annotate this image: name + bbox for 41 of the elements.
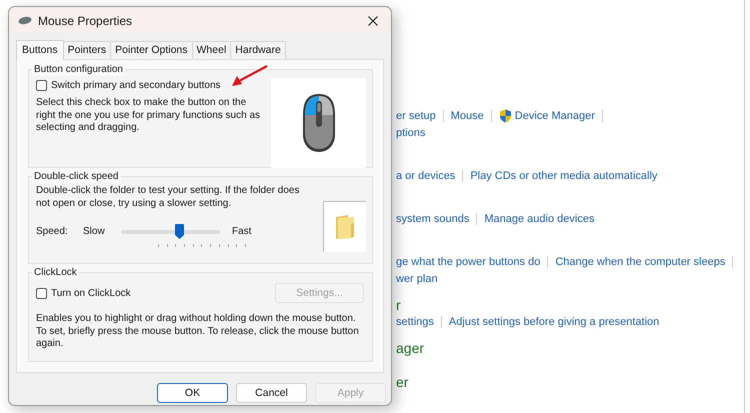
category-heading[interactable]: ager [396, 340, 424, 356]
mouse-icon [18, 16, 32, 25]
checkbox[interactable] [36, 288, 47, 298]
control-panel-link[interactable]: settings [396, 316, 434, 328]
control-panel-link[interactable]: er setup [396, 110, 436, 122]
control-panel-link[interactable]: Device Manager [514, 110, 595, 122]
category-heading[interactable]: er [396, 374, 408, 390]
control-panel-link[interactable]: Change when the computer sleeps [555, 256, 726, 268]
folder-icon [334, 214, 356, 240]
description-text: Double-click the folder to test your setting. If the folder does not open or close, try using a slower setting. [36, 185, 300, 210]
annotation-arrow [230, 64, 270, 88]
fast-label: Fast [232, 226, 252, 237]
checkbox-label[interactable]: Turn on ClickLock [51, 288, 131, 298]
tab[interactable]: Hardware [230, 41, 286, 59]
group-title: Button configuration [32, 63, 125, 76]
control-panel-link[interactable]: ge what the power buttons do [396, 256, 540, 268]
control-panel-link[interactable]: Manage audio devices [484, 213, 594, 225]
window-title: Mouse Properties [38, 14, 134, 28]
group-title: ClickLock [32, 266, 79, 279]
group-title: Double-click speed [32, 170, 120, 183]
category-heading[interactable]: r [396, 297, 401, 313]
control-panel-link[interactable]: ptions [396, 127, 426, 139]
control-panel-link[interactable]: Adjust settings before giving a presentation [448, 316, 660, 328]
control-panel-link[interactable]: Play CDs or other media automatically [470, 170, 658, 182]
close-icon [368, 16, 378, 26]
slider-thumb[interactable] [175, 224, 184, 239]
dialog-button[interactable]: Cancel [236, 383, 307, 403]
checkbox[interactable] [36, 80, 47, 91]
control-panel-link[interactable]: a or devices [396, 170, 456, 182]
speed-label: Speed: [36, 226, 69, 237]
control-panel-link[interactable]: system sounds [396, 213, 470, 225]
tab[interactable]: Buttons [16, 40, 64, 60]
checkbox-label[interactable]: Switch primary and secondary buttons [51, 80, 221, 91]
control-panel-link[interactable]: wer plan [396, 273, 438, 285]
speed-slider[interactable] [121, 224, 220, 239]
description-text: Select this check box to make the button on the right the one you use for primary functions such as selecting and dragging. [36, 97, 262, 134]
dialog-button[interactable]: OK [157, 383, 228, 403]
description-text: Enables you to highlight or drag without holding down the mouse button. To set, briefly press the mouse button. To release, click the mouse button again. [36, 313, 360, 350]
slow-label: Slow [83, 226, 106, 237]
mouse-drawing [300, 93, 336, 153]
control-panel-link[interactable]: Mouse [450, 110, 484, 122]
